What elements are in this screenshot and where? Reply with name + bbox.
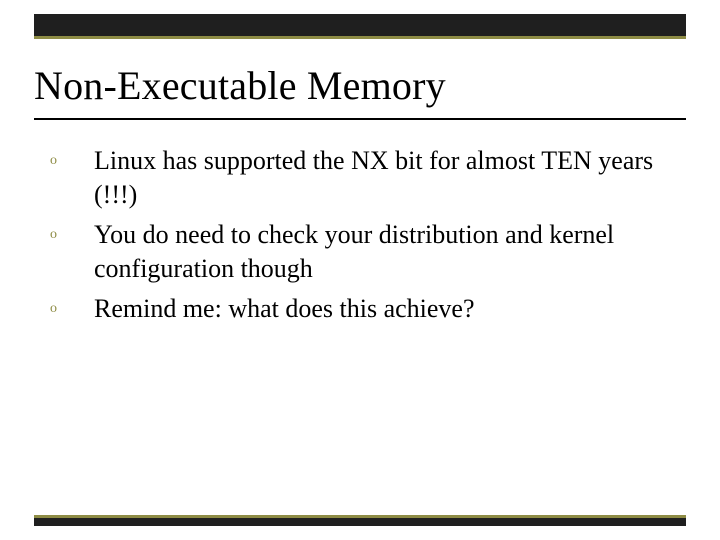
bullet-icon: o (46, 218, 94, 252)
slide-title: Non-Executable Memory (34, 62, 686, 109)
bullet-text: Linux has supported the NX bit for almos… (94, 144, 674, 212)
bottom-dark-bar (34, 518, 686, 526)
title-underline (34, 118, 686, 120)
slide: Non-Executable Memory o Linux has suppor… (0, 0, 720, 540)
list-item: o Remind me: what does this achieve? (46, 292, 674, 326)
bullet-icon: o (46, 144, 94, 178)
bullet-text: Remind me: what does this achieve? (94, 292, 674, 326)
list-item: o You do need to check your distribution… (46, 218, 674, 286)
slide-content: o Linux has supported the NX bit for alm… (46, 144, 674, 332)
top-olive-line (34, 36, 686, 39)
bullet-icon: o (46, 292, 94, 326)
top-bar-decoration (34, 14, 686, 36)
bullet-text: You do need to check your distribution a… (94, 218, 674, 286)
list-item: o Linux has supported the NX bit for alm… (46, 144, 674, 212)
